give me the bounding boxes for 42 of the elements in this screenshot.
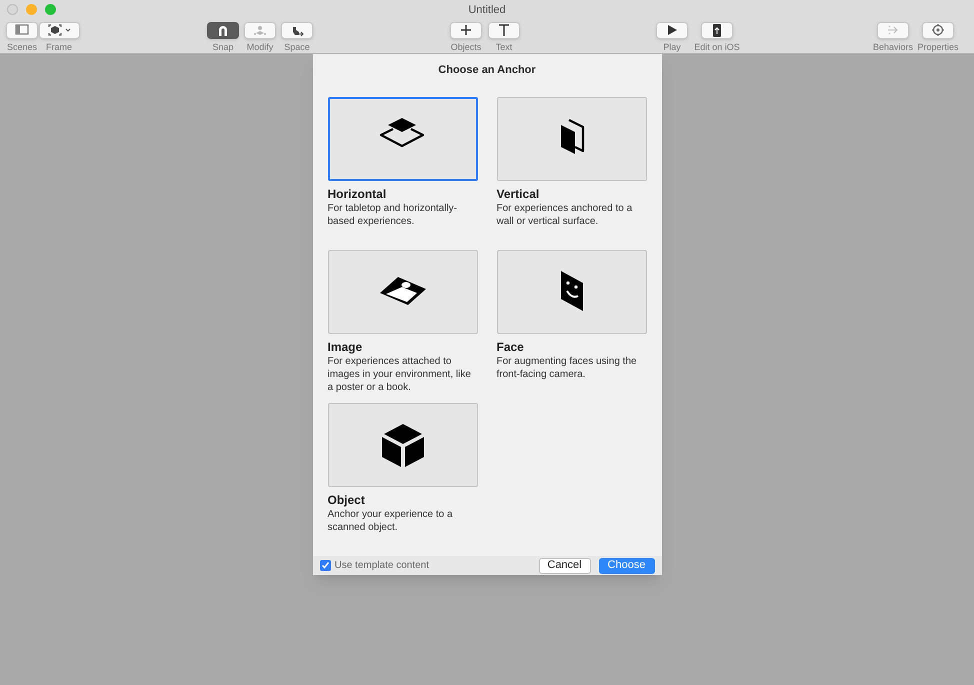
toolbar-label: Frame [46, 40, 72, 54]
window-title: Untitled [468, 3, 506, 18]
toolbar-button[interactable] [701, 22, 733, 38]
anchor-title: Face [496, 339, 525, 355]
toolbar-button[interactable] [488, 22, 520, 38]
anchor-description: For tabletop and horizontally-based experiences. [328, 202, 458, 228]
anchor-description: For augmenting faces using the front-facing camera. [496, 355, 638, 381]
dialog-title: Choose an Anchor [438, 63, 536, 78]
toolbar-button[interactable] [38, 22, 80, 38]
anchor-description: For experiences anchored to a wall or vertical surface. [496, 202, 634, 228]
anchor-card[interactable] [496, 250, 646, 334]
toolbar-label: Text [496, 40, 512, 54]
toolbar-label: Space [284, 40, 310, 54]
settings-icon [929, 22, 947, 38]
toolbar-label: Properties [917, 40, 959, 54]
anchor-description: Anchor your experience to a scanned object. [328, 508, 454, 534]
anchor-card[interactable] [328, 97, 478, 181]
toolbar-label: Snap [212, 40, 234, 54]
toolbar-button[interactable] [656, 22, 688, 38]
frame-icon [46, 22, 72, 38]
cancel-button[interactable]: Cancel [538, 558, 590, 574]
toolbar-button[interactable] [207, 22, 239, 38]
anchor-title: Horizontal [328, 186, 388, 202]
toolbar-label: Play [663, 40, 681, 54]
toolbar-button[interactable] [450, 22, 482, 38]
anchor-card[interactable] [328, 403, 478, 487]
toolbar-button[interactable] [281, 22, 313, 38]
checkbox[interactable] [320, 560, 330, 571]
toolbar-label: Modify [246, 40, 274, 54]
choose-button[interactable]: Choose [598, 558, 654, 574]
anchor-description: For experiences attached to images in your environment, like a poster or a book. [328, 355, 472, 394]
toolbar-label: Behaviors [872, 40, 914, 54]
anchor-title: Vertical [496, 186, 540, 202]
anchor-title: Image [328, 339, 364, 355]
anchor-title: Object [328, 492, 366, 508]
toolbar-button[interactable] [922, 22, 954, 38]
anchor-card[interactable] [496, 97, 646, 181]
toolbar-label: Objects [450, 40, 482, 54]
checkbox-label: Use template content [334, 559, 429, 573]
toolbar-label: Scenes [6, 40, 38, 54]
toolbar-label: Edit on iOS [694, 40, 740, 54]
anchor-card[interactable] [328, 250, 478, 334]
